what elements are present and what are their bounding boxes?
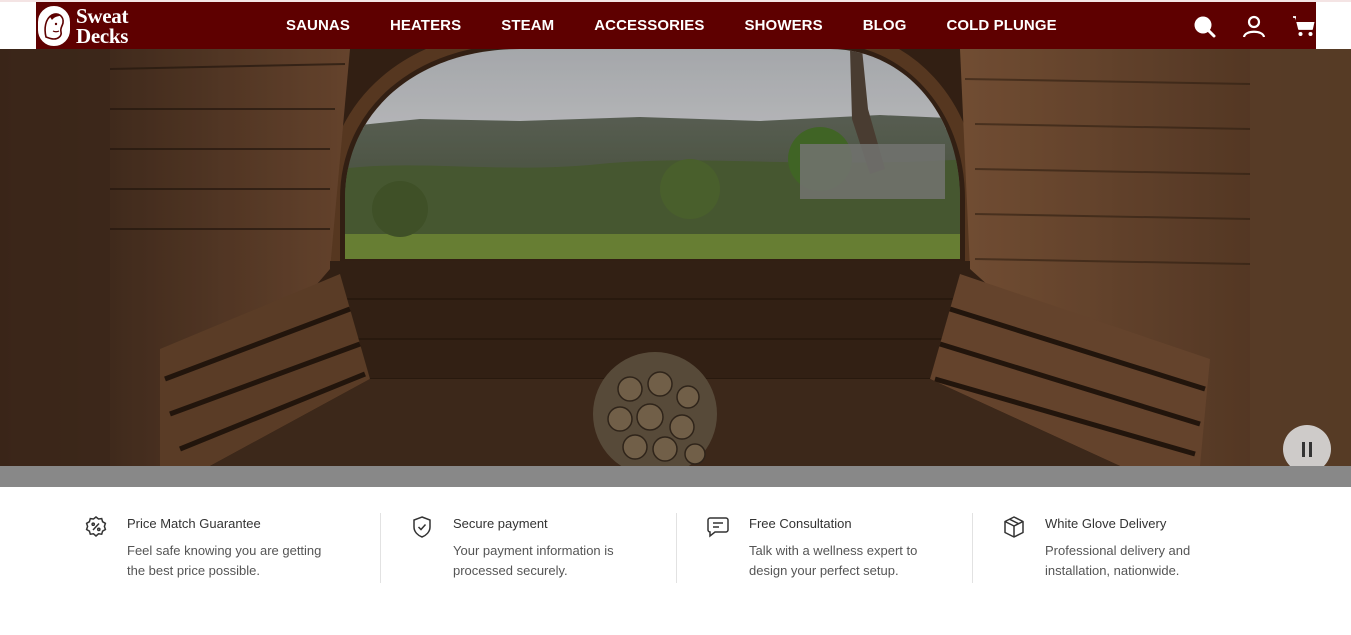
brand-logo[interactable]: Sweat Decks bbox=[36, 2, 128, 49]
feature-description: Talk with a wellness expert to design yo… bbox=[749, 541, 979, 581]
chat-icon bbox=[706, 515, 730, 539]
primary-nav: SAUNAS HEATERS STEAM ACCESSORIES SHOWERS… bbox=[286, 2, 1097, 49]
nav-saunas[interactable]: SAUNAS bbox=[286, 17, 350, 34]
shield-check-icon bbox=[410, 515, 434, 539]
pause-button[interactable] bbox=[1283, 425, 1331, 466]
feature-description: Your payment information is processed se… bbox=[453, 541, 683, 581]
feature-secure-payment: Secure payment Your payment information … bbox=[410, 513, 706, 583]
features-strip: Price Match Guarantee Feel safe knowing … bbox=[0, 487, 1351, 635]
feature-desc-line: Professional delivery and bbox=[1045, 543, 1191, 558]
feature-title: White Glove Delivery bbox=[1045, 516, 1167, 531]
pause-icon-bar bbox=[1309, 441, 1312, 457]
feature-title: Free Consultation bbox=[749, 516, 852, 531]
feature-title: Price Match Guarantee bbox=[127, 516, 261, 531]
hero-progress-band bbox=[0, 466, 1351, 487]
feature-desc-line: Your payment information is bbox=[453, 543, 614, 558]
nav-cold-plunge[interactable]: COLD PLUNGE bbox=[946, 17, 1056, 34]
feature-desc-line: installation, nationwide. bbox=[1045, 563, 1180, 578]
search-icon[interactable] bbox=[1192, 14, 1216, 38]
nav-steam[interactable]: STEAM bbox=[501, 17, 554, 34]
feature-white-glove: White Glove Delivery Professional delive… bbox=[1002, 513, 1298, 583]
main-navbar: Sweat Decks SAUNAS HEATERS STEAM ACCESSO… bbox=[36, 2, 1316, 49]
feature-divider bbox=[380, 513, 381, 583]
nav-blog[interactable]: BLOG bbox=[863, 17, 907, 34]
feature-title: Secure payment bbox=[453, 516, 548, 531]
account-icon[interactable] bbox=[1242, 14, 1266, 38]
brand-line2: Decks bbox=[76, 23, 129, 48]
brand-line1: Sweat bbox=[76, 3, 129, 28]
feature-description: Professional delivery and installation, … bbox=[1045, 541, 1275, 581]
feature-price-match: Price Match Guarantee Feel safe knowing … bbox=[84, 513, 380, 583]
nav-accessories[interactable]: ACCESSORIES bbox=[594, 17, 704, 34]
nav-icon-group bbox=[1166, 2, 1316, 49]
feature-desc-line: Feel safe knowing you are getting bbox=[127, 543, 322, 558]
feature-free-consultation: Free Consultation Talk with a wellness e… bbox=[706, 513, 1002, 583]
feature-desc-line: Talk with a wellness expert to bbox=[749, 543, 918, 558]
feature-desc-line: processed securely. bbox=[453, 563, 568, 578]
discount-badge-icon bbox=[84, 515, 108, 539]
feature-desc-line: design your perfect setup. bbox=[749, 563, 899, 578]
feature-description: Feel safe knowing you are getting the be… bbox=[127, 541, 357, 581]
pause-icon bbox=[1302, 441, 1305, 457]
feature-divider bbox=[972, 513, 973, 583]
nav-showers[interactable]: SHOWERS bbox=[745, 17, 823, 34]
logo-face-icon bbox=[36, 3, 72, 48]
brand-wordmark: Sweat Decks bbox=[76, 3, 129, 48]
box-icon bbox=[1002, 515, 1026, 539]
feature-divider bbox=[676, 513, 677, 583]
sauna-interior-image bbox=[0, 49, 1351, 466]
nav-heaters[interactable]: HEATERS bbox=[390, 17, 461, 34]
feature-desc-line: the best price possible. bbox=[127, 563, 260, 578]
hero-video[interactable] bbox=[0, 49, 1351, 466]
